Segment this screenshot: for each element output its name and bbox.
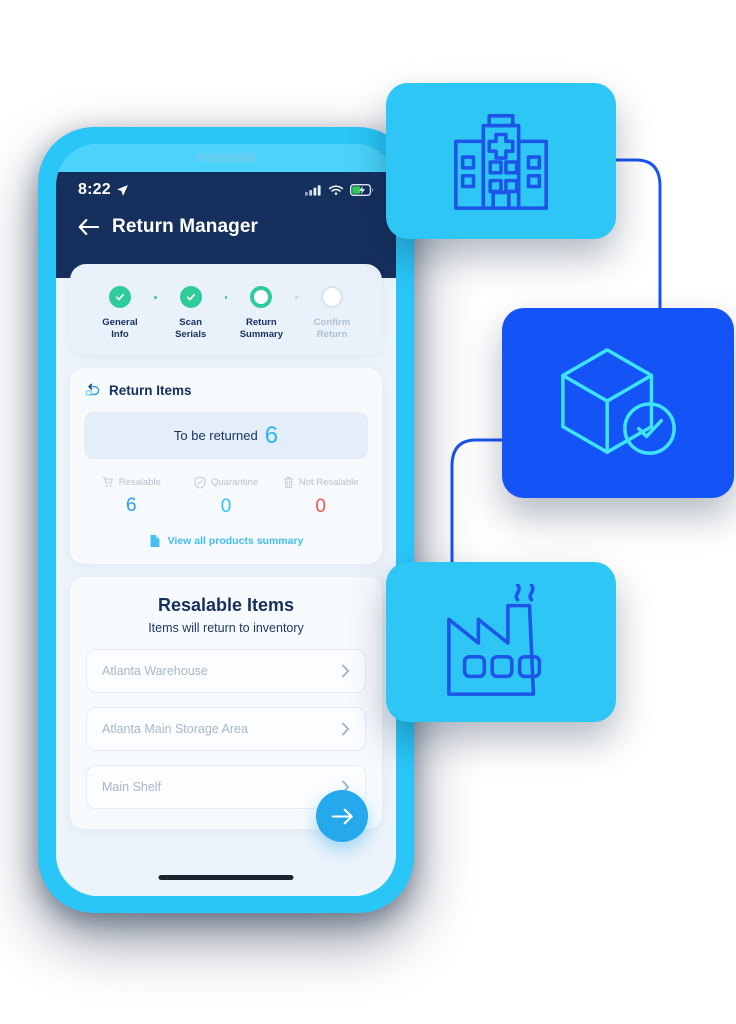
phone-device: 8:22 Return Manager General Info Scan Se… xyxy=(38,127,414,913)
chevron-right-icon xyxy=(342,664,349,678)
page-title: Return Manager xyxy=(112,216,259,237)
stepper-step-label: Scan Serials xyxy=(175,317,206,341)
next-step-fab[interactable] xyxy=(316,790,368,842)
check-icon xyxy=(115,293,125,301)
navigation-bar: Return Manager xyxy=(56,216,396,238)
return-items-title: Return Items xyxy=(109,383,192,398)
step-dot-done xyxy=(109,286,131,308)
return-items-header: Return Items xyxy=(84,382,368,399)
stat-value: 0 xyxy=(220,496,232,517)
battery-charging-icon xyxy=(350,184,374,196)
stepper-step-label: General Info xyxy=(102,317,137,341)
phone-screen: 8:22 Return Manager General Info Scan Se… xyxy=(56,144,396,896)
stepper-steps: General Info Scan Serials Return Summary… xyxy=(86,286,366,341)
stat-header: Not Resalable xyxy=(283,476,359,489)
resalable-items-subtitle: Items will return to inventory xyxy=(148,621,304,635)
row-label: Atlanta Warehouse xyxy=(102,664,208,678)
wifi-icon xyxy=(328,185,344,195)
stat-value: 6 xyxy=(126,495,137,516)
stat-not-resalable[interactable]: Not Resalable 0 xyxy=(273,476,368,518)
floating-card-hospital[interactable] xyxy=(386,83,616,239)
to-be-returned-banner: To be returned 6 xyxy=(84,412,368,459)
to-be-returned-count: 6 xyxy=(264,421,279,449)
chevron-right-icon xyxy=(342,722,349,736)
stat-label: Resalable xyxy=(118,476,161,488)
step-label-line2: Info xyxy=(111,329,129,340)
stepper-step-label: Confirm Return xyxy=(314,317,350,341)
row-label: Atlanta Main Storage Area xyxy=(102,722,248,736)
step-label-line2: Summary xyxy=(239,329,283,340)
back-arrow-icon[interactable] xyxy=(78,218,99,236)
step-label-line1: Return xyxy=(246,317,277,328)
resalable-items-title: Resalable Items xyxy=(157,595,295,615)
status-bar-left: 8:22 xyxy=(78,181,129,199)
location-row-warehouse[interactable]: Atlanta Warehouse xyxy=(86,649,366,693)
stat-value: 0 xyxy=(315,496,326,517)
stepper-step-return-summary[interactable]: Return Summary xyxy=(227,286,295,341)
progress-stepper: General Info Scan Serials Return Summary… xyxy=(70,264,382,355)
step-label-line2: Serials xyxy=(175,329,207,340)
hospital-building-icon xyxy=(454,114,548,210)
shield-icon xyxy=(194,476,206,489)
stepper-step-confirm-return[interactable]: Confirm Return xyxy=(298,286,366,341)
return-stats: Resalable 6 Quarantine 0 Not Resalable 0 xyxy=(84,476,368,518)
status-bar-right xyxy=(305,184,374,196)
trash-icon xyxy=(283,476,294,489)
screen-content: General Info Scan Serials Return Summary… xyxy=(56,264,396,896)
illustration-stage: 8:22 Return Manager General Info Scan Se… xyxy=(0,0,736,1024)
view-all-label: View all products summary xyxy=(167,535,304,547)
status-bar-time: 8:22 xyxy=(78,181,111,198)
status-bar: 8:22 xyxy=(56,172,396,208)
view-all-products-summary-link[interactable]: View all products summary xyxy=(84,534,368,548)
stat-resalable[interactable]: Resalable 6 xyxy=(84,476,179,518)
shopping-cart-icon xyxy=(102,477,113,487)
row-label: Main Shelf xyxy=(102,780,162,794)
location-row-storage-area[interactable]: Atlanta Main Storage Area xyxy=(86,707,366,751)
return-arrow-icon xyxy=(85,383,100,396)
speaker-grill xyxy=(195,153,257,162)
to-be-returned-label: To be returned xyxy=(173,428,258,443)
cellular-signal-icon xyxy=(305,185,321,196)
package-box-check-icon xyxy=(561,348,676,455)
arrow-right-icon xyxy=(331,808,353,824)
step-label-line2: Return xyxy=(316,329,348,340)
floating-card-package[interactable] xyxy=(502,308,734,498)
step-dot-active xyxy=(250,286,273,308)
step-dot-done xyxy=(179,286,202,308)
step-label-line1: General xyxy=(102,317,138,328)
stepper-step-general-info[interactable]: General Info xyxy=(86,286,154,341)
app-header: 8:22 Return Manager xyxy=(56,172,396,278)
home-indicator xyxy=(158,875,294,880)
document-icon xyxy=(150,535,160,547)
stat-header: Resalable xyxy=(102,476,161,488)
stat-label: Quarantine xyxy=(211,477,259,488)
location-arrow-icon xyxy=(116,184,128,196)
step-label-line1: Scan xyxy=(179,317,203,328)
notch-bar xyxy=(56,144,396,172)
step-label-line1: Confirm xyxy=(313,317,351,328)
stepper-step-scan-serials[interactable]: Scan Serials xyxy=(157,286,225,341)
stat-quarantine[interactable]: Quarantine 0 xyxy=(179,476,274,518)
factory-icon xyxy=(447,584,542,696)
step-dot-todo xyxy=(321,286,344,308)
floating-card-factory[interactable] xyxy=(386,562,616,722)
return-items-card: Return Items To be returned 6 Resalable … xyxy=(70,368,382,564)
check-icon xyxy=(186,293,195,301)
stepper-step-label: Return Summary xyxy=(240,317,283,341)
stat-label: Not Resalable xyxy=(298,477,359,488)
stat-header: Quarantine xyxy=(194,476,258,489)
